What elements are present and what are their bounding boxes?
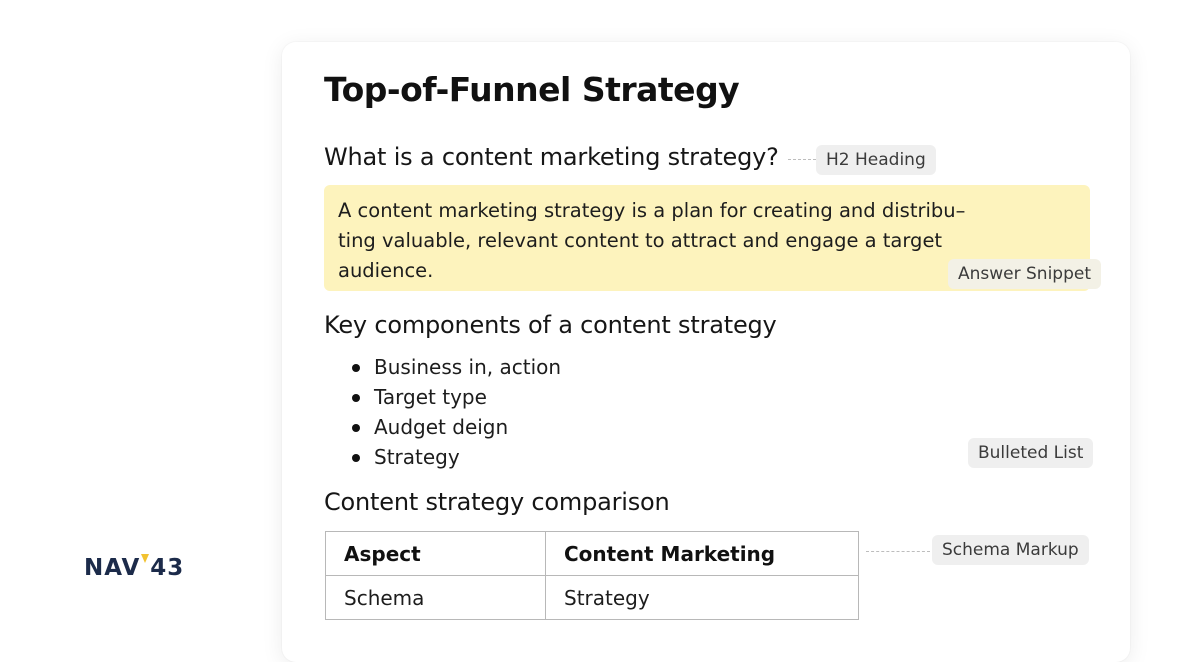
components-heading: Key components of a content strategy [324, 311, 777, 339]
comparison-table: Aspect Content Marketing Schema Strategy [325, 531, 859, 620]
table-cell: Strategy [545, 575, 859, 620]
table-row: Schema Strategy [325, 575, 859, 620]
h2-annotation-connector [788, 159, 816, 160]
list-item: Audget deign [324, 412, 561, 442]
logo-text-right: 43 [150, 555, 185, 581]
h2-heading-tag: H2 Heading [816, 145, 936, 175]
question-heading: What is a content marketing strategy? [324, 143, 779, 171]
list-item: Business in, action [324, 352, 561, 382]
logo-text-left: NAV [84, 555, 141, 581]
table-header-row: Aspect Content Marketing [325, 531, 859, 576]
components-list: Business in, action Target type Audget d… [324, 352, 561, 472]
answer-snippet-text: A content marketing strategy is a plan f… [338, 199, 966, 282]
logo-accent-mark [141, 554, 150, 563]
comparison-heading: Content strategy comparison [324, 488, 670, 516]
schema-markup-tag: Schema Markup [932, 535, 1089, 565]
table-cell: Schema [325, 575, 546, 620]
list-item: Strategy [324, 442, 561, 472]
nav43-logo: NAV 43 [84, 554, 185, 581]
table-header-cell: Content Marketing [545, 531, 859, 576]
bulleted-list-tag: Bulleted List [968, 438, 1094, 468]
table-header-cell: Aspect [325, 531, 546, 576]
schema-annotation-connector [866, 551, 930, 552]
answer-snippet-tag: Answer Snippet [948, 259, 1102, 289]
list-item: Target type [324, 382, 561, 412]
page-title: Top-of-Funnel Strategy [324, 70, 740, 109]
